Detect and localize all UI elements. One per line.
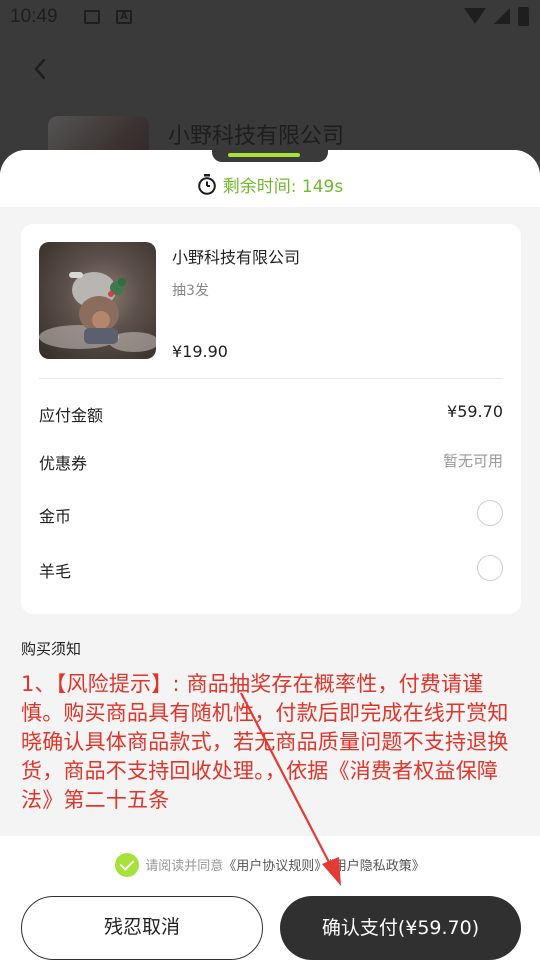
coupon-label: 优惠券	[39, 454, 88, 473]
product-price: ¥19.90	[172, 342, 228, 361]
countdown-text: 剩余时间: 149s	[222, 177, 344, 197]
agreement-line: 请阅读并同意《用户协议规则》《用户隐私政策》	[0, 853, 540, 877]
amount-due-value: ¥59.70	[447, 402, 503, 421]
back-arrow-icon[interactable]	[28, 54, 54, 84]
coupon-value: 暂无可用	[442, 452, 503, 470]
battery-icon	[518, 7, 529, 26]
confirm-pay-button[interactable]: 确认支付(¥59.70)	[280, 896, 521, 960]
background-page-title: 小野科技有限公司	[168, 124, 345, 149]
agreement-checkbox[interactable]	[115, 853, 140, 877]
product-image	[39, 242, 156, 359]
status-bar: 10:49 A	[0, 0, 540, 36]
wool-radio[interactable]	[477, 555, 503, 581]
payment-footer: 请阅读并同意《用户协议规则》《用户隐私政策》 残忍取消 确认支付(¥59.70)	[0, 836, 540, 960]
sheet-drag-handle[interactable]	[228, 153, 300, 157]
notice-title: 购买须知	[21, 640, 82, 658]
user-agreement-link[interactable]: 《用户协议规则》	[223, 859, 327, 874]
amount-due-label: 应付金额	[39, 406, 104, 425]
status-time: 10:49	[10, 6, 58, 27]
wifi-icon	[464, 8, 486, 24]
product-name: 小野科技有限公司	[172, 248, 301, 267]
cell-signal-icon	[494, 8, 510, 24]
amount-due-row: 应付金额 ¥59.70	[39, 398, 503, 428]
gold-coin-radio[interactable]	[477, 500, 503, 526]
agreement-prefix: 请阅读并同意	[145, 859, 224, 874]
a-icon: A	[116, 10, 132, 24]
stopwatch-icon	[197, 174, 216, 195]
wool-label: 羊毛	[39, 562, 72, 581]
cancel-button[interactable]: 残忍取消	[21, 896, 263, 960]
gold-coin-row[interactable]: 金币	[39, 499, 503, 529]
card-divider	[39, 378, 503, 379]
product-figure-illustration	[39, 272, 156, 352]
coupon-row[interactable]: 优惠券 暂无可用	[39, 446, 503, 476]
order-card: 小野科技有限公司 抽3发 ¥19.90 应付金额 ¥59.70 优惠券 暂无可用…	[21, 224, 521, 614]
notice-text: 1、【风险提示】: 商品抽奖存在概率性，付费请谨慎。购买商品具有随机性，付款后即…	[21, 672, 509, 812]
product-spec: 抽3发	[172, 283, 209, 299]
wool-row[interactable]: 羊毛	[39, 554, 503, 584]
gold-coin-label: 金币	[39, 507, 72, 526]
image-icon	[84, 10, 100, 24]
privacy-policy-link[interactable]: 《用户隐私政策》	[327, 859, 425, 874]
countdown-timer: 剩余时间: 149s	[0, 172, 540, 197]
